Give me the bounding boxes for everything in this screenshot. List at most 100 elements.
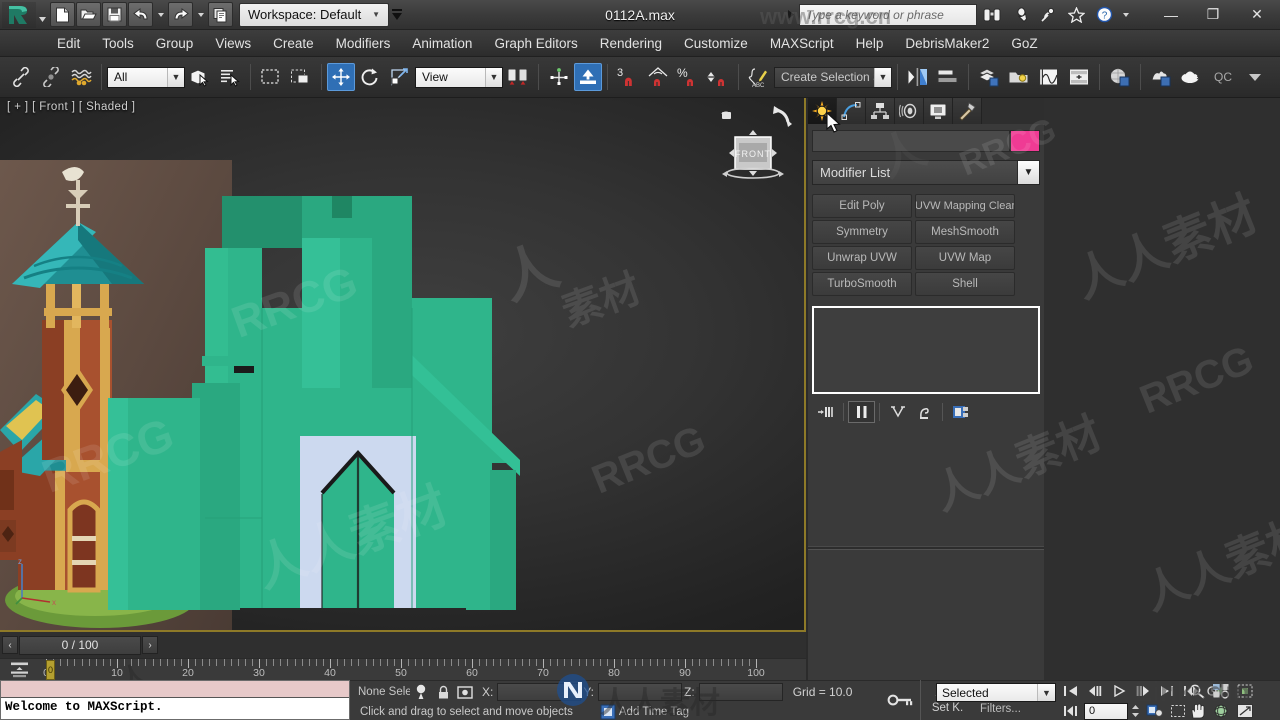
edit-named-selection-sets-icon[interactable]: ABC	[744, 60, 774, 94]
menu-item-tools[interactable]: Tools	[91, 30, 145, 57]
viewport-label[interactable]: [ + ] [ Front ] [ Shaded ]	[7, 101, 135, 113]
material-editor-icon[interactable]	[1105, 60, 1135, 94]
coord-z-field[interactable]	[698, 683, 783, 701]
set-key-button[interactable]: Set K.	[932, 702, 963, 714]
modifier-button-symmetry[interactable]: Symmetry	[812, 220, 912, 244]
viewport-front[interactable]: [ + ] [ Front ] [ Shaded ] FRONT z x 人 素…	[0, 98, 806, 632]
key-timing-button[interactable]	[1143, 701, 1165, 720]
orbit-button[interactable]	[1210, 701, 1232, 720]
snaps-toggle-3d-icon[interactable]: 3	[613, 60, 643, 94]
curve-editor-icon[interactable]	[1034, 60, 1064, 94]
key-mode-icon[interactable]	[880, 680, 920, 720]
select-and-scale-icon[interactable]	[385, 60, 415, 94]
modifier-button-turbosmooth[interactable]: TurboSmooth	[812, 272, 912, 296]
mirror-icon[interactable]	[903, 60, 933, 94]
chevron-down-icon[interactable]: ▼	[485, 67, 502, 87]
angle-snap-toggle-icon[interactable]	[643, 60, 673, 94]
binoculars-icon[interactable]	[979, 2, 1005, 28]
align-icon[interactable]	[933, 60, 963, 94]
chevron-down-icon[interactable]: ▼	[1037, 684, 1055, 701]
modifier-button-edit-poly[interactable]: Edit Poly	[812, 194, 912, 218]
redo-dropdown-caret-icon[interactable]	[194, 2, 207, 27]
maxscript-input-line[interactable]	[1, 681, 349, 698]
workspace-caret-icon[interactable]: ▼	[372, 10, 384, 19]
menu-item-help[interactable]: Help	[845, 30, 895, 57]
coord-x-field[interactable]	[497, 683, 582, 701]
snaps-toggle-icon[interactable]	[574, 63, 602, 91]
absolute-relative-transform-icon[interactable]	[454, 683, 476, 701]
track-bar[interactable]: 0102030405060708090100 0 人	[0, 658, 806, 680]
new-file-icon[interactable]	[50, 2, 75, 27]
search-expand-caret-icon[interactable]	[785, 3, 797, 27]
next-frame-arrow[interactable]: ›	[142, 636, 158, 654]
modifier-button-unwrap-uvw[interactable]: Unwrap UVW	[812, 246, 912, 270]
next-frame-button[interactable]	[1132, 681, 1154, 701]
modifier-stack-list[interactable]	[812, 306, 1040, 394]
pan-view-button[interactable]	[1186, 701, 1208, 720]
menu-item-goz[interactable]: GoZ	[1000, 30, 1048, 57]
modifier-button-uvw-mapping-clear[interactable]: UVW Mapping Clear	[915, 194, 1015, 218]
pin-stack-icon[interactable]	[812, 401, 839, 423]
go-to-end-button[interactable]	[1156, 681, 1178, 701]
add-time-tag-label[interactable]: Add Time Tag	[619, 706, 689, 718]
toolbar-overflow-icon[interactable]	[1240, 60, 1270, 94]
frame-spinner[interactable]	[1130, 703, 1141, 720]
app-logo-icon[interactable]	[2, 1, 36, 28]
utilities-tab[interactable]	[953, 98, 982, 124]
menu-item-modifiers[interactable]: Modifiers	[325, 30, 402, 57]
star-icon[interactable]	[1063, 2, 1089, 28]
model-green-house[interactable]	[0, 98, 804, 630]
wrench-icon[interactable]	[1007, 2, 1033, 28]
percent-snap-toggle-icon[interactable]: %	[673, 60, 703, 94]
menu-item-customize[interactable]: Customize	[673, 30, 759, 57]
redo-icon[interactable]	[168, 2, 193, 27]
select-and-manipulate-icon[interactable]	[544, 60, 574, 94]
isolate-selection-icon[interactable]	[410, 683, 432, 701]
menu-item-debrismaker2[interactable]: DebrisMaker2	[894, 30, 1000, 57]
workspace-selector[interactable]: Workspace: Default ▼	[239, 2, 389, 27]
key-filter-dropdown[interactable]: Selected ▼	[936, 683, 1056, 702]
hierarchy-tab[interactable]	[866, 98, 895, 124]
rendered-frame-window-icon[interactable]	[1176, 60, 1206, 94]
spinner-snap-toggle-icon[interactable]	[703, 60, 733, 94]
previous-frame-arrow[interactable]: ‹	[2, 636, 18, 654]
current-frame-display[interactable]: 0 / 100	[19, 635, 141, 655]
select-and-move-icon[interactable]	[327, 63, 355, 91]
zoom-button[interactable]	[1186, 681, 1208, 700]
undo-icon[interactable]	[128, 2, 153, 27]
chevron-down-icon[interactable]: ▼	[1017, 161, 1039, 184]
close-button[interactable]: ✕	[1234, 0, 1280, 30]
toggle-scene-explorer-icon[interactable]	[1004, 60, 1034, 94]
make-unique-icon[interactable]	[884, 401, 911, 423]
open-file-icon[interactable]	[76, 2, 101, 27]
display-tab[interactable]	[924, 98, 953, 124]
select-link-icon[interactable]	[6, 60, 36, 94]
logo-dropdown-caret-icon[interactable]	[36, 2, 48, 28]
select-and-rotate-icon[interactable]	[355, 60, 385, 94]
configure-modifier-sets-icon[interactable]	[947, 401, 974, 423]
menu-item-edit[interactable]: Edit	[46, 30, 91, 57]
modifier-button-shell[interactable]: Shell	[915, 272, 1015, 296]
reference-coordinate-system-dropdown[interactable]: View ▼	[415, 66, 503, 88]
use-pivot-point-center-icon[interactable]	[503, 60, 533, 94]
menu-item-rendering[interactable]: Rendering	[589, 30, 673, 57]
zoom-extents-button[interactable]	[1234, 681, 1256, 700]
restore-button[interactable]: ❐	[1192, 0, 1234, 30]
menu-item-graph-editors[interactable]: Graph Editors	[483, 30, 588, 57]
menu-item-animation[interactable]: Animation	[401, 30, 483, 57]
maxscript-mini-listener[interactable]: Welcome to MAXScript.	[0, 680, 350, 720]
key-filters-button[interactable]: Filters...	[980, 703, 1021, 715]
help-dropdown-caret-icon[interactable]	[1119, 2, 1132, 27]
project-folder-icon[interactable]	[208, 2, 233, 27]
selection-lock-icon[interactable]	[432, 683, 454, 701]
workspace-menu-arrow-icon[interactable]	[389, 3, 405, 27]
go-to-start-button[interactable]	[1060, 681, 1082, 701]
rectangular-selection-region-icon[interactable]	[256, 60, 286, 94]
window-crossing-icon[interactable]	[286, 60, 316, 94]
search-input[interactable]: Type a keyword or phrase	[799, 3, 977, 26]
menu-item-views[interactable]: Views	[204, 30, 262, 57]
play-animation-button[interactable]	[1108, 681, 1130, 701]
go-to-end-alt-button[interactable]	[1060, 701, 1082, 720]
modifier-button-meshsmooth[interactable]: MeshSmooth	[915, 220, 1015, 244]
modifier-list-dropdown[interactable]: Modifier List ▼	[812, 160, 1040, 185]
